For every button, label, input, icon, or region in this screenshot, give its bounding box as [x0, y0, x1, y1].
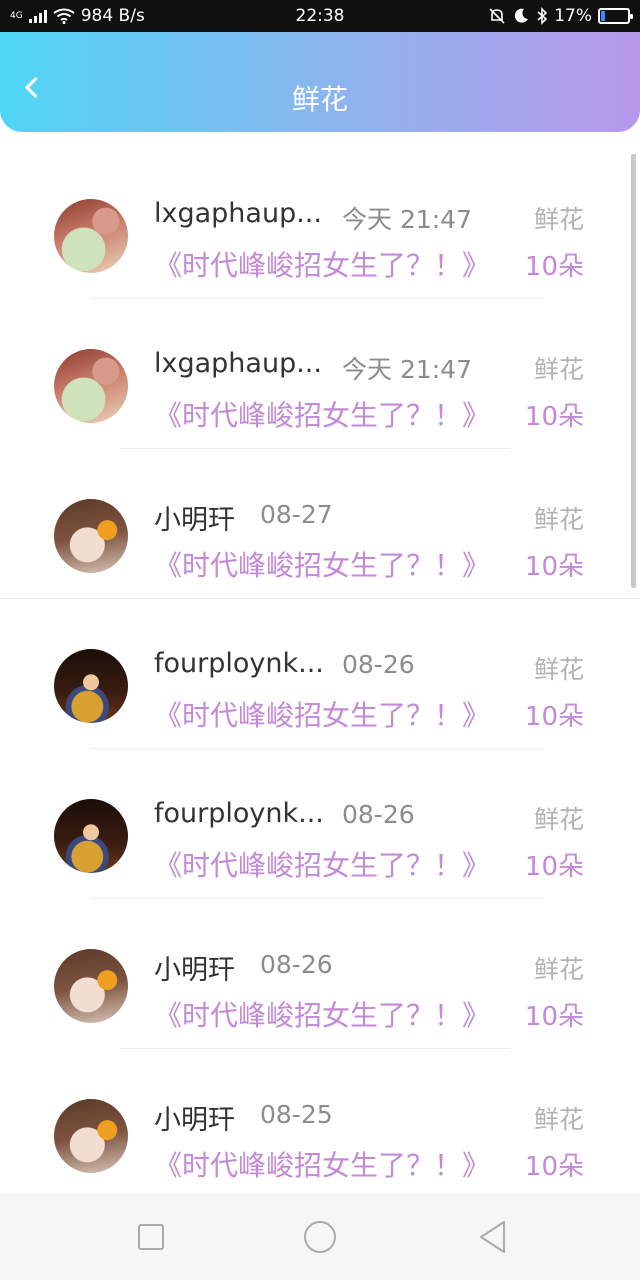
gift-type: 鲜花	[533, 1105, 584, 1134]
list-item[interactable]: 小明玕 08-25 鲜花《时代峰峻招女生了？！》 10朵	[0, 1050, 640, 1194]
network-type: 4G	[10, 10, 23, 21]
list-item[interactable]: 小明玕 08-27 鲜花《时代峰峻招女生了？！》 10朵	[0, 450, 640, 600]
timestamp: 08-26	[342, 650, 415, 679]
user-name[interactable]: fourploynk...	[154, 648, 324, 679]
wifi-icon	[53, 8, 75, 24]
gift-type: 鲜花	[533, 805, 584, 834]
user-name[interactable]: fourploynk...	[154, 798, 324, 829]
page-title: 鲜花	[291, 83, 348, 116]
avatar[interactable]	[54, 1099, 128, 1173]
timestamp: 08-25	[260, 1100, 333, 1129]
back-icon[interactable]	[478, 1220, 508, 1254]
signal-icon	[28, 9, 47, 23]
list-item[interactable]: 小明玕 08-26 鲜花《时代峰峻招女生了？！》 10朵	[0, 900, 640, 1050]
divider	[0, 598, 640, 599]
gift-count: 10朵	[524, 1002, 584, 1032]
list-item[interactable]: lxgaphaup... 今天 21:47 鲜花《时代峰峻招女生了？！》 10朵	[0, 300, 640, 450]
status-left: 4G 984 B/s	[10, 6, 145, 26]
recent-apps-icon[interactable]	[138, 1224, 164, 1250]
list-item[interactable]: fourploynk... 08-26 鲜花《时代峰峻招女生了？！》 10朵	[0, 750, 640, 900]
avatar[interactable]	[54, 499, 128, 573]
gift-count: 10朵	[524, 402, 584, 432]
article-link[interactable]: 《时代峰峻招女生了？！》	[154, 844, 490, 884]
clock: 22:38	[295, 6, 345, 26]
avatar[interactable]	[54, 949, 128, 1023]
timestamp: 今天 21:47	[342, 355, 472, 384]
gift-count: 10朵	[524, 1152, 584, 1182]
user-name[interactable]: 小明玕	[154, 1098, 235, 1137]
gift-count: 10朵	[524, 702, 584, 732]
article-link[interactable]: 《时代峰峻招女生了？！》	[154, 1144, 490, 1184]
battery-level	[601, 11, 605, 21]
navigation-bar	[0, 1194, 640, 1280]
timestamp: 08-27	[260, 500, 333, 529]
avatar[interactable]	[54, 649, 128, 723]
article-link[interactable]: 《时代峰峻招女生了？！》	[154, 694, 490, 734]
gift-count: 10朵	[524, 852, 584, 882]
gift-type: 鲜花	[533, 505, 584, 534]
divider	[120, 1048, 510, 1049]
user-name[interactable]: lxgaphaup...	[154, 348, 322, 379]
gift-type: 鲜花	[533, 205, 584, 234]
gift-type: 鲜花	[533, 655, 584, 684]
moon-icon	[515, 8, 529, 23]
list-item[interactable]: fourploynk... 08-26 鲜花《时代峰峻招女生了？！》 10朵	[0, 600, 640, 750]
battery-icon	[598, 8, 633, 24]
article-link[interactable]: 《时代峰峻招女生了？！》	[154, 994, 490, 1034]
article-link[interactable]: 《时代峰峻招女生了？！》	[154, 244, 490, 284]
gift-count: 10朵	[524, 552, 584, 582]
divider	[90, 748, 545, 749]
user-name[interactable]: lxgaphaup...	[154, 198, 322, 229]
user-name[interactable]: 小明玕	[154, 498, 235, 537]
mute-icon	[489, 8, 505, 24]
home-icon[interactable]	[304, 1221, 336, 1253]
user-name[interactable]: 小明玕	[154, 948, 235, 987]
divider	[90, 298, 545, 299]
header: 鲜花	[0, 32, 640, 132]
gift-count: 10朵	[524, 252, 584, 282]
status-right: 17%	[488, 6, 633, 26]
gift-type: 鲜花	[533, 355, 584, 384]
divider	[90, 898, 545, 899]
gift-type: 鲜花	[533, 955, 584, 984]
article-link[interactable]: 《时代峰峻招女生了？！》	[154, 544, 490, 584]
avatar[interactable]	[54, 349, 128, 423]
battery-percent: 17%	[554, 6, 592, 26]
scrollbar[interactable]	[631, 154, 636, 588]
bluetooth-icon	[537, 7, 548, 25]
timestamp: 今天 21:47	[342, 205, 472, 234]
network-speed: 984 B/s	[80, 6, 145, 26]
list-item[interactable]: lxgaphaup... 今天 21:47 鲜花《时代峰峻招女生了？！》 10朵	[0, 150, 640, 300]
timestamp: 08-26	[342, 800, 415, 829]
timestamp: 08-26	[260, 950, 333, 979]
divider	[120, 448, 510, 449]
gift-record-list[interactable]: lxgaphaup... 今天 21:47 鲜花 《时代峰峻招女生了？！》 10朵 lxg…	[0, 150, 640, 1194]
status-bar: 4G 984 B/s 22:38 17%	[0, 0, 640, 32]
article-link[interactable]: 《时代峰峻招女生了？！》	[154, 394, 490, 434]
avatar[interactable]	[54, 799, 128, 873]
avatar[interactable]	[54, 199, 128, 273]
